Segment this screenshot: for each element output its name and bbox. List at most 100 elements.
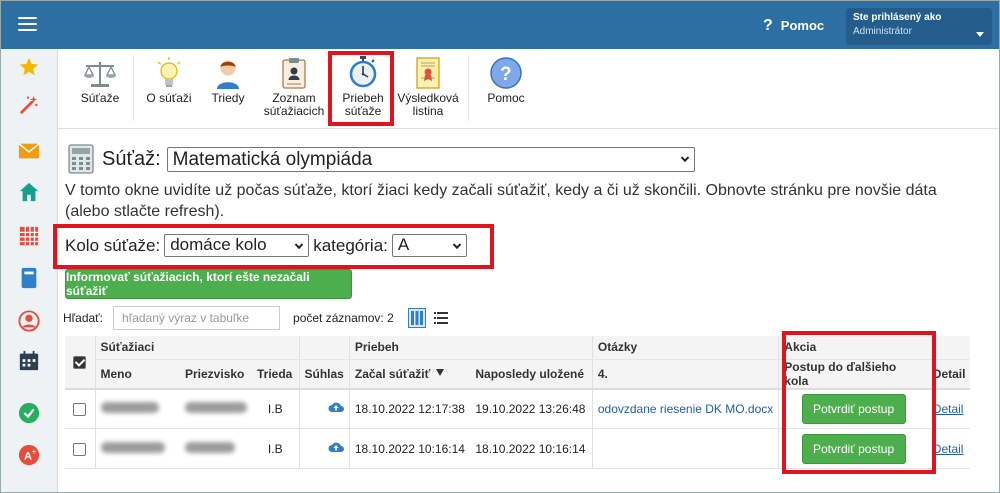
contest-label: Súťaž: xyxy=(102,147,161,170)
user-caption: Ste prihlásený ako xyxy=(853,12,942,23)
notify-contestants-button[interactable]: Informovať súťažiacich, ktorí ešte nezač… xyxy=(65,269,352,299)
divider xyxy=(468,55,469,121)
redacted-name xyxy=(100,441,165,453)
calendar-grid-icon[interactable] xyxy=(18,225,40,247)
column-view-icon[interactable] xyxy=(407,308,426,328)
row-checkbox[interactable] xyxy=(73,442,87,456)
group-header-progress: Priebeh xyxy=(349,336,593,360)
divider xyxy=(133,55,134,121)
group-header-questions: Otázky xyxy=(592,336,780,360)
calendar-icon[interactable] xyxy=(18,350,40,372)
column-header-first-name[interactable]: Meno xyxy=(95,359,180,390)
question-icon: ? xyxy=(763,17,773,34)
app-window: ? Pomoc Ste prihlásený ako Administrátor xyxy=(0,0,1000,493)
star-icon[interactable] xyxy=(18,56,40,78)
home-icon[interactable] xyxy=(18,181,40,203)
column-header-started[interactable]: Začal súťažiť xyxy=(349,359,471,390)
chevron-down-icon xyxy=(680,153,689,163)
column-header-last-name[interactable]: Priezvisko xyxy=(180,359,252,390)
check-circle-icon[interactable] xyxy=(18,402,40,424)
scales-icon xyxy=(72,55,128,89)
toolbar-item-results[interactable]: Výsledková listina xyxy=(395,55,461,123)
column-header-consent[interactable]: Súhlas xyxy=(299,359,350,390)
detail-link[interactable]: Detail xyxy=(933,402,964,416)
description-text: V tomto okne uvidíte už počas súťaže, kt… xyxy=(65,182,937,220)
first-name-cell xyxy=(95,428,180,469)
question-4-cell xyxy=(592,428,780,469)
hamburger-menu-icon[interactable] xyxy=(18,17,37,32)
detail-link[interactable]: Detail xyxy=(933,442,964,456)
highlight-box-action xyxy=(782,331,936,474)
chevron-down-icon xyxy=(976,32,984,37)
toolbar: Súťaže O súťaži Triedy Zoznam súťažiacich xyxy=(58,49,999,129)
first-name-cell xyxy=(95,388,180,429)
contest-select[interactable]: Matematická olympiáda xyxy=(166,146,695,172)
top-bar: ? Pomoc Ste prihlásený ako Administrátor xyxy=(1,1,999,49)
redacted-name xyxy=(100,401,159,413)
svg-text:?: ? xyxy=(500,64,512,85)
cloud-upload-icon[interactable] xyxy=(328,401,344,413)
column-header-last-saved[interactable]: Naposledy uložené xyxy=(470,359,593,390)
select-all-checkbox[interactable] xyxy=(73,355,87,369)
last-saved-cell: 18.10.2022 10:16:14 xyxy=(470,428,593,469)
list-view-icon[interactable] xyxy=(433,312,448,324)
help-link[interactable]: ? Pomoc xyxy=(763,17,824,35)
certificate-icon xyxy=(395,55,461,89)
record-count: počet záznamov: 2 xyxy=(293,311,394,325)
folder-icon[interactable] xyxy=(18,485,40,492)
user-name: Administrátor xyxy=(853,26,912,37)
search-label: Hľadať: xyxy=(63,311,104,325)
group-header-students: Súťažiaci xyxy=(95,336,300,360)
toolbar-item-about-contest[interactable]: O súťaži xyxy=(142,55,196,123)
svg-text:A: A xyxy=(24,451,32,463)
select-all-cell xyxy=(65,336,96,390)
last-saved-cell: 19.10.2022 13:26:48 xyxy=(470,388,593,429)
svg-text:+: + xyxy=(32,447,36,456)
toolbar-label: Výsledková listina xyxy=(397,91,459,118)
class-cell: I.B xyxy=(252,388,300,429)
consent-cell xyxy=(299,388,350,429)
search-input[interactable] xyxy=(113,306,281,330)
redacted-surname xyxy=(185,441,235,453)
help-circle-icon: ? xyxy=(478,55,534,89)
user-menu[interactable]: Ste prihlásený ako Administrátor xyxy=(846,8,992,45)
row-checkbox[interactable] xyxy=(73,402,87,416)
toolbar-item-contestant-list[interactable]: Zoznam súťažiacich xyxy=(259,55,329,123)
main-content: Súťaž: Matematická olympiáda V tomto okn… xyxy=(53,130,999,492)
toolbar-item-help[interactable]: ? Pomoc xyxy=(478,55,534,123)
toolbar-item-contests[interactable]: Súťaže xyxy=(72,55,128,123)
toolbar-label: Pomoc xyxy=(487,91,525,105)
highlight-box-progress xyxy=(328,51,394,126)
clipboard-icon xyxy=(259,55,329,89)
book-icon[interactable] xyxy=(18,267,40,289)
contest-row: Súťaž: Matematická olympiáda xyxy=(68,144,695,174)
cloud-upload-icon[interactable] xyxy=(328,441,344,453)
sort-desc-icon xyxy=(436,368,445,376)
contest-select-value: Matematická olympiáda xyxy=(172,148,373,170)
envelope-icon[interactable] xyxy=(18,140,40,162)
row-select-cell xyxy=(65,428,96,469)
submitted-file-link[interactable]: odovzdane riesenie DK MO.docx xyxy=(598,402,773,416)
highlight-box-filters xyxy=(53,224,494,269)
grade-icon[interactable]: A + xyxy=(18,444,40,466)
last-name-cell xyxy=(180,388,252,429)
help-label: Pomoc xyxy=(780,18,825,33)
last-name-cell xyxy=(180,428,252,469)
toolbar-label: Triedy xyxy=(211,91,245,105)
toolbar-label: Zoznam súťažiacich xyxy=(263,91,325,118)
consent-cell xyxy=(299,428,350,469)
question-4-cell: odovzdane riesenie DK MO.docx xyxy=(592,388,780,429)
toolbar-item-classes[interactable]: Triedy xyxy=(201,55,255,123)
search-row: Hľadať: počet záznamov: 2 xyxy=(63,305,448,331)
user-circle-icon[interactable] xyxy=(18,310,40,332)
person-icon xyxy=(201,55,255,89)
sidebar: A + xyxy=(1,49,58,492)
redacted-surname xyxy=(185,401,247,413)
started-cell: 18.10.2022 10:16:14 xyxy=(349,428,471,469)
calculator-icon xyxy=(68,144,94,174)
column-header-started-label: Začal súťažiť xyxy=(354,366,431,381)
column-header-class[interactable]: Trieda xyxy=(252,359,300,390)
class-cell: I.B xyxy=(252,428,300,469)
magic-wand-icon[interactable] xyxy=(18,94,40,116)
column-header-question-4[interactable]: 4. xyxy=(592,359,780,390)
